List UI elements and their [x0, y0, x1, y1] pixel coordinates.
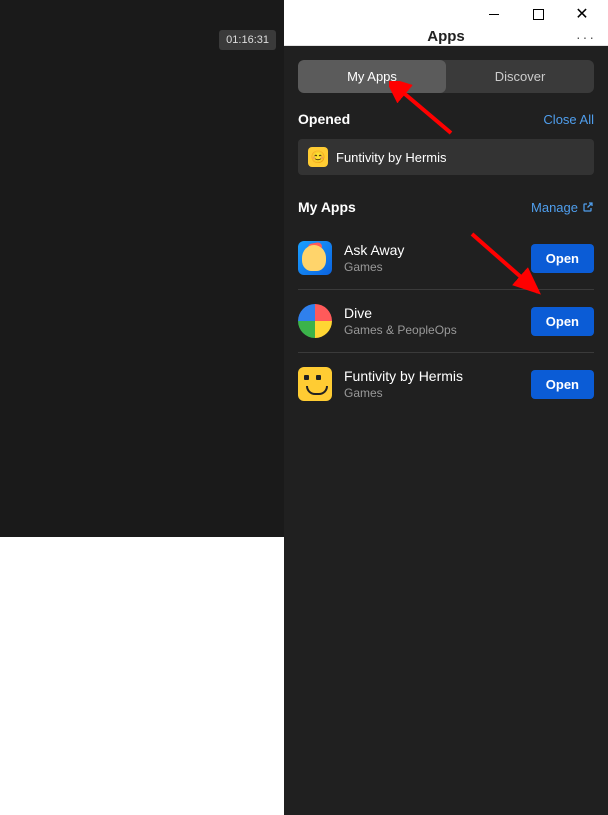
- minimize-button[interactable]: [472, 0, 516, 28]
- open-button-ask-away[interactable]: Open: [531, 244, 594, 273]
- tab-bar: My Apps Discover: [298, 60, 594, 93]
- opened-app-item[interactable]: 😊 Funtivity by Hermis: [298, 139, 594, 175]
- open-button-funtivity[interactable]: Open: [531, 370, 594, 399]
- app-row-ask-away: Ask Away Games Open: [298, 227, 594, 290]
- ask-away-icon: [298, 241, 332, 275]
- window-titlebar: ✕: [284, 0, 608, 28]
- manage-link[interactable]: Manage: [531, 200, 594, 215]
- my-apps-section-label: My Apps: [298, 199, 356, 215]
- open-button-dive[interactable]: Open: [531, 307, 594, 336]
- more-options-button[interactable]: ···: [576, 29, 596, 45]
- dive-icon: [298, 304, 332, 338]
- panel-title: Apps: [427, 28, 465, 45]
- meeting-timer: 01:16:31: [219, 30, 276, 50]
- manage-label: Manage: [531, 200, 578, 215]
- tab-discover[interactable]: Discover: [446, 60, 594, 93]
- external-link-icon: [582, 201, 594, 213]
- video-pane: 01:16:31: [0, 0, 284, 537]
- close-all-link[interactable]: Close All: [543, 112, 594, 127]
- tab-my-apps[interactable]: My Apps: [298, 60, 446, 93]
- panel-header: Apps ···: [284, 28, 608, 46]
- app-category: Games: [344, 260, 519, 274]
- opened-section-label: Opened: [298, 111, 350, 127]
- app-name: Dive: [344, 305, 519, 321]
- opened-app-name: Funtivity by Hermis: [336, 150, 447, 165]
- funtivity-app-icon: [298, 367, 332, 401]
- apps-panel: ✕ Apps ··· My Apps Discover Opened Close…: [284, 0, 608, 537]
- maximize-button[interactable]: [516, 0, 560, 28]
- close-window-button[interactable]: ✕: [560, 0, 604, 28]
- funtivity-icon: 😊: [308, 147, 328, 167]
- app-row-funtivity: Funtivity by Hermis Games Open: [298, 353, 594, 415]
- app-name: Ask Away: [344, 242, 519, 258]
- app-category: Games & PeopleOps: [344, 323, 519, 337]
- app-row-dive: Dive Games & PeopleOps Open: [298, 290, 594, 353]
- app-list: Ask Away Games Open Dive Games & PeopleO…: [298, 227, 594, 415]
- app-category: Games: [344, 386, 519, 400]
- app-name: Funtivity by Hermis: [344, 368, 519, 384]
